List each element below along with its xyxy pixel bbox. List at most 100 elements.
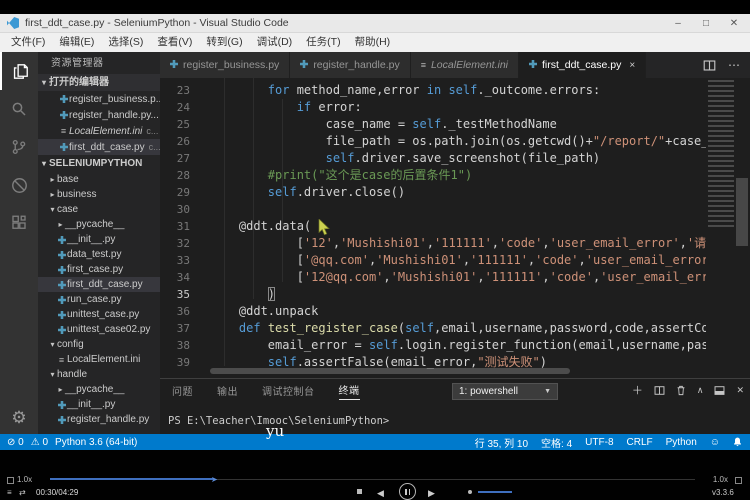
open-editor-item[interactable]: ≡ LocalElement.ini c... xyxy=(38,123,160,139)
tree-file-first_case.py[interactable]: first_case.py xyxy=(38,262,160,277)
close-tab-icon[interactable]: × xyxy=(629,60,635,71)
menu-item[interactable]: 文件(F) xyxy=(4,33,52,52)
code-editor[interactable]: 23 for method_name,error in self._outcom… xyxy=(160,78,750,378)
menu-item[interactable]: 任务(T) xyxy=(299,33,347,52)
project-folder-header[interactable]: ▾ SELENIUMPYTHON xyxy=(38,155,160,172)
menu-item[interactable]: 选择(S) xyxy=(101,33,150,52)
tree-file-register_handle.py[interactable]: register_handle.py xyxy=(38,412,160,427)
code-line: 28 #print("这个是case的后置条件1") xyxy=(160,167,750,184)
title-bar[interactable]: first_ddt_case.py - SeleniumPython - Vis… xyxy=(0,14,750,33)
tree-folder-config[interactable]: ▾ config xyxy=(38,337,160,352)
tree-file-LocalElement.ini[interactable]: ≡ LocalElement.ini xyxy=(38,352,160,367)
speed-menu-icon[interactable] xyxy=(7,477,14,484)
pause-button[interactable] xyxy=(399,483,416,500)
debug-icon[interactable] xyxy=(0,166,38,204)
ini-icon: ≡ xyxy=(58,354,65,365)
split-terminal-icon[interactable] xyxy=(654,385,665,396)
restore-button[interactable]: □ xyxy=(692,14,720,33)
menu-item[interactable]: 编辑(E) xyxy=(52,33,101,52)
py-icon xyxy=(56,295,67,304)
extensions-icon[interactable] xyxy=(0,204,38,242)
tab-LocalElement.ini[interactable]: ≡ LocalElement.ini xyxy=(410,52,520,78)
chevron-right-icon: ▸ xyxy=(58,385,63,394)
toggle-panel-icon[interactable] xyxy=(714,385,725,396)
tree-file-data_test.py[interactable]: data_test.py xyxy=(38,247,160,262)
file-label: base xyxy=(57,174,79,185)
shell-selector-dropdown[interactable]: 1: powershell ▼ xyxy=(452,383,558,400)
source-control-icon[interactable] xyxy=(0,128,38,166)
menu-item[interactable]: 调试(D) xyxy=(250,33,300,52)
tree-folder-base[interactable]: ▸ base xyxy=(38,172,160,187)
code-content: 23 for method_name,error in self._outcom… xyxy=(160,82,750,371)
previous-icon[interactable]: ◀ xyxy=(377,488,384,499)
tab-first_ddt_case.py[interactable]: first_ddt_case.py × xyxy=(519,52,647,78)
progress-thumb[interactable]: ➤ xyxy=(211,475,218,484)
line-number: 33 xyxy=(176,254,190,267)
tree-folder-handle[interactable]: ▾ handle xyxy=(38,367,160,382)
line-number: 27 xyxy=(176,152,190,165)
panel-tab-问题[interactable]: 问题 xyxy=(172,383,193,398)
file-label: register_handle.py... xyxy=(69,109,159,121)
more-actions-icon[interactable]: ⋯ xyxy=(728,58,740,72)
chevron-right-icon: ▸ xyxy=(50,175,55,184)
maximize-panel-icon[interactable]: ∧ xyxy=(697,385,704,396)
horizontal-scrollbar[interactable] xyxy=(210,368,570,374)
py-icon xyxy=(56,265,67,274)
python-interpreter[interactable]: Python 3.6 (64-bit) xyxy=(55,437,137,448)
vertical-scrollbar[interactable] xyxy=(736,178,748,246)
tab-register_business.py[interactable]: register_business.py xyxy=(160,52,291,78)
open-editor-item[interactable]: register_handle.py... xyxy=(38,107,160,123)
close-panel-icon[interactable]: ✕ xyxy=(736,385,744,396)
split-editor-icon[interactable] xyxy=(703,59,716,72)
tree-file-__init__.py[interactable]: __init__.py xyxy=(38,397,160,412)
cursor-position[interactable]: 行 35, 列 10 xyxy=(475,435,528,450)
tree-file-__init__.py[interactable]: __init__.py xyxy=(38,232,160,247)
encoding[interactable]: UTF-8 xyxy=(585,437,613,448)
next-icon[interactable]: ▶ xyxy=(428,488,435,499)
panel-tab-调试控制台[interactable]: 调试控制台 xyxy=(262,383,315,398)
tree-file-unittest_case02.py[interactable]: unittest_case02.py xyxy=(38,322,160,337)
minimap[interactable] xyxy=(708,80,734,230)
tab-label: LocalElement.ini xyxy=(430,59,509,71)
ini-icon: ≡ xyxy=(60,126,67,136)
language-mode[interactable]: Python xyxy=(666,437,697,448)
eol-sequence[interactable]: CRLF xyxy=(627,437,653,448)
loop-icon[interactable]: ⇄ xyxy=(19,488,26,497)
open-editor-item[interactable]: register_business.p... xyxy=(38,91,160,107)
new-terminal-icon[interactable]: ＋ xyxy=(632,382,643,398)
volume-slider[interactable] xyxy=(478,491,512,493)
menu-item[interactable]: 帮助(H) xyxy=(348,33,398,52)
explorer-icon[interactable] xyxy=(0,52,38,90)
line-number: 26 xyxy=(176,135,190,148)
warnings-indicator[interactable]: ⚠ 0 xyxy=(31,437,48,448)
minimize-button[interactable]: – xyxy=(664,14,692,33)
notifications-bell-icon[interactable] xyxy=(733,437,742,447)
panel-tab-终端[interactable]: 终端 xyxy=(338,382,360,400)
speed-settings-icon[interactable] xyxy=(735,477,742,484)
feedback-smiley-icon[interactable]: ☺ xyxy=(710,437,720,448)
tree-folder-business[interactable]: ▸ business xyxy=(38,187,160,202)
indentation[interactable]: 空格: 4 xyxy=(541,435,572,450)
close-button[interactable]: ✕ xyxy=(720,14,748,33)
menu-item[interactable]: 查看(V) xyxy=(150,33,199,52)
menu-item[interactable]: 转到(G) xyxy=(199,33,249,52)
window-controls: – □ ✕ xyxy=(664,14,748,33)
open-editor-item[interactable]: first_ddt_case.py c... xyxy=(38,139,160,155)
kill-terminal-trash-icon[interactable] xyxy=(676,385,686,396)
open-editors-header[interactable]: ▾ 打开的编辑器 xyxy=(38,74,160,91)
tree-file-unittest_case.py[interactable]: unittest_case.py xyxy=(38,307,160,322)
tree-folder-__pycache__[interactable]: ▸ __pycache__ xyxy=(38,217,160,232)
tree-folder-case[interactable]: ▾ case xyxy=(38,202,160,217)
tree-file-first_ddt_case.py[interactable]: first_ddt_case.py xyxy=(38,277,160,292)
panel-tab-输出[interactable]: 输出 xyxy=(217,383,238,398)
volume-icon[interactable] xyxy=(468,490,472,494)
tree-file-run_case.py[interactable]: run_case.py xyxy=(38,292,160,307)
settings-gear-icon[interactable]: ⚙ xyxy=(0,408,38,428)
tree-folder-__pycache__[interactable]: ▸ __pycache__ xyxy=(38,382,160,397)
playlist-icon[interactable]: ≡ xyxy=(7,488,12,497)
code-line: 38 email_error = self.login.register_fun… xyxy=(160,337,750,354)
stop-icon[interactable] xyxy=(357,489,362,494)
search-icon[interactable] xyxy=(0,90,38,128)
errors-indicator[interactable]: ⊘ 0 xyxy=(7,437,24,448)
tab-register_handle.py[interactable]: register_handle.py xyxy=(290,52,411,78)
